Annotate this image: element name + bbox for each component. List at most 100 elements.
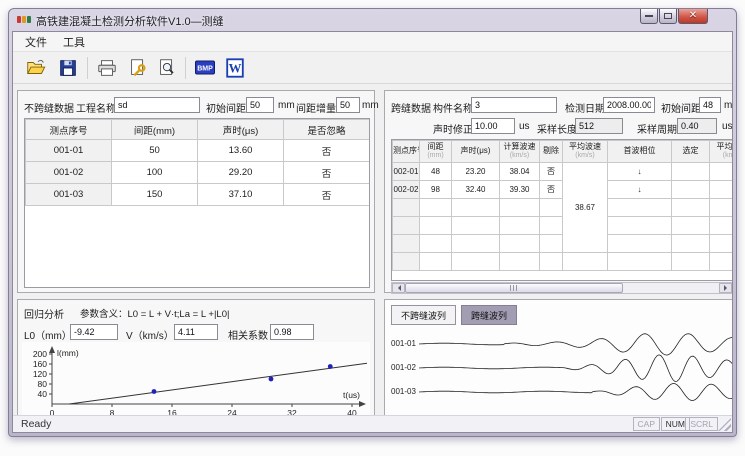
init-spacing-input[interactable] [246,97,274,113]
regression-chart: 08162432404080120160200l(mm)t(us) [22,342,370,416]
printer-icon [96,57,118,79]
col-spacing: 间距(mm) [112,120,198,140]
panel-title: 不跨缝数据 [24,100,74,115]
table-row[interactable]: 002-01 48 23.20 38.04 否 38.67 ↓ [393,163,734,181]
sample-length-input[interactable] [575,118,623,134]
title-bar[interactable]: 高铁建混凝土检测分析软件V1.0—测缝 ✕ [9,9,736,31]
bmp-icon: BMP [193,57,217,79]
col-ignore: 是否忽略 [284,120,370,140]
correction-input[interactable] [471,118,515,134]
screen: 高铁建混凝土检测分析软件V1.0—测缝 ✕ 文件 工具 [0,0,745,456]
date-label: 检测日期 [565,100,605,115]
tab-seam-waves[interactable]: 跨缝波列 [461,305,517,325]
save-button[interactable] [55,55,81,81]
open-file-button[interactable] [23,55,49,81]
scrollbar-track[interactable] [623,283,719,293]
minimize-button[interactable] [640,9,658,24]
init-spacing-input[interactable] [699,97,721,113]
date-input[interactable] [603,97,655,113]
print-setup-button[interactable] [125,55,151,81]
menu-file[interactable]: 文件 [17,32,55,52]
first-wave-phase-arrow[interactable]: ↓ [608,181,672,199]
close-button[interactable]: ✕ [678,9,708,24]
correction-label: 声时修正 [433,121,473,136]
project-name-input[interactable] [114,97,200,113]
scrollbar-thumb[interactable] [405,283,623,293]
svg-text:40: 40 [38,389,48,399]
trace-label: 001-02 [391,363,416,372]
app-window: 高铁建混凝土检测分析软件V1.0—测缝 ✕ 文件 工具 [8,8,737,437]
svg-text:t(us): t(us) [343,390,360,400]
toolbar-separator [185,57,186,79]
col-spacing: 间距(mm) [420,141,452,163]
increment-label: 间距增量 [296,100,336,115]
window-title: 高铁建混凝土检测分析软件V1.0—测缝 [36,13,224,29]
status-text: Ready [21,418,51,430]
table-header-row: 测点序号 间距(mm) 声时(μs) 是否忽略 [26,120,370,140]
table-row[interactable]: 001-03 150 37.10 否 [26,184,370,206]
svg-text:200: 200 [33,349,47,359]
col-exclude: 剔除 [540,141,563,163]
maximize-button[interactable] [659,9,677,24]
increment-unit: mm [362,100,379,111]
svg-text:160: 160 [33,359,47,369]
sample-length-label: 采样长度 [537,121,577,136]
init-spacing-label: 初始间距 [661,100,701,115]
toolbar: BMP W [13,52,732,84]
trace-label: 001-01 [391,339,416,348]
first-wave-phase-arrow[interactable]: ↓ [608,163,672,181]
regression-title: 回归分析 [24,306,64,321]
col-point-id: 测点序号 [26,120,112,140]
page-wrench-icon [127,57,149,79]
open-folder-icon [25,57,47,79]
close-icon: ✕ [689,11,697,21]
non-seam-panel: 不跨缝数据 工程名称 初始间距 mm 间距增量 mm 测点序号 间距(mm) 声… [17,90,375,293]
table-row[interactable]: 001-01 50 13.60 否 [26,140,370,162]
avg-velocity-cell[interactable]: 38.67 [563,163,608,253]
l0-input[interactable] [70,324,118,340]
table-row[interactable]: 001-02 100 29.20 否 [26,162,370,184]
scroll-left-arrow[interactable] [392,283,405,293]
scroll-lock-indicator: SCRL [685,417,718,431]
menu-tools[interactable]: 工具 [55,32,93,52]
v-input[interactable] [174,324,218,340]
resize-grip[interactable] [718,418,731,431]
seam-panel: 跨缝数据 构件名称 检测日期 初始间距 mm 声时修正 us 采样长度 采样周期… [384,90,733,293]
client-area: 文件 工具 [12,31,733,433]
sample-period-input[interactable] [677,118,717,134]
sample-period-unit: us [722,121,733,132]
caps-lock-indicator: CAP [633,417,660,431]
component-label: 构件名称 [433,100,473,115]
increment-input[interactable] [336,97,360,113]
waveform-panel: 不跨缝波列 跨缝波列 001-01 001-02 001-03 [384,299,733,417]
panel-title: 跨缝数据 [391,100,431,115]
table-header-row: 测点序号 间距(mm) 声时(μs) 计算波速(km/s) 剔除 平均波速(km… [393,141,734,163]
scroll-right-arrow[interactable] [719,283,732,293]
v-label: V（km/s） [126,327,174,342]
minimize-icon [645,15,653,17]
word-icon: W [224,57,246,79]
export-word-button[interactable]: W [222,55,248,81]
component-input[interactable] [471,97,557,113]
col-avg-velocity: 平均波速(km/s) [563,141,608,163]
tab-non-seam-waves[interactable]: 不跨缝波列 [391,305,456,325]
col-avg-velocity-2: 平均波速(km/s) [710,141,734,163]
maximize-icon [664,13,672,19]
init-spacing-label: 初始间距 [206,100,246,115]
save-floppy-icon [57,57,79,79]
trace-label: 001-03 [391,387,416,396]
col-point-id: 测点序号 [393,141,420,163]
corr-input[interactable] [270,324,314,340]
l0-label: L0（mm） [24,327,72,342]
print-button[interactable] [94,55,120,81]
col-selected: 选定 [672,141,710,163]
app-icon [17,14,33,26]
corr-label: 相关系数 [228,327,268,342]
horizontal-scrollbar[interactable] [391,282,733,294]
print-preview-button[interactable] [154,55,180,81]
col-first-wave-phase: 首波相位 [608,141,672,163]
regression-panel: 回归分析 参数含义：L0 = L + V·t;La = L +|L0| L0（m… [17,299,375,417]
col-sound-time: 声时(μs) [198,120,284,140]
export-bmp-button[interactable]: BMP [192,55,218,81]
svg-text:BMP: BMP [197,66,213,73]
